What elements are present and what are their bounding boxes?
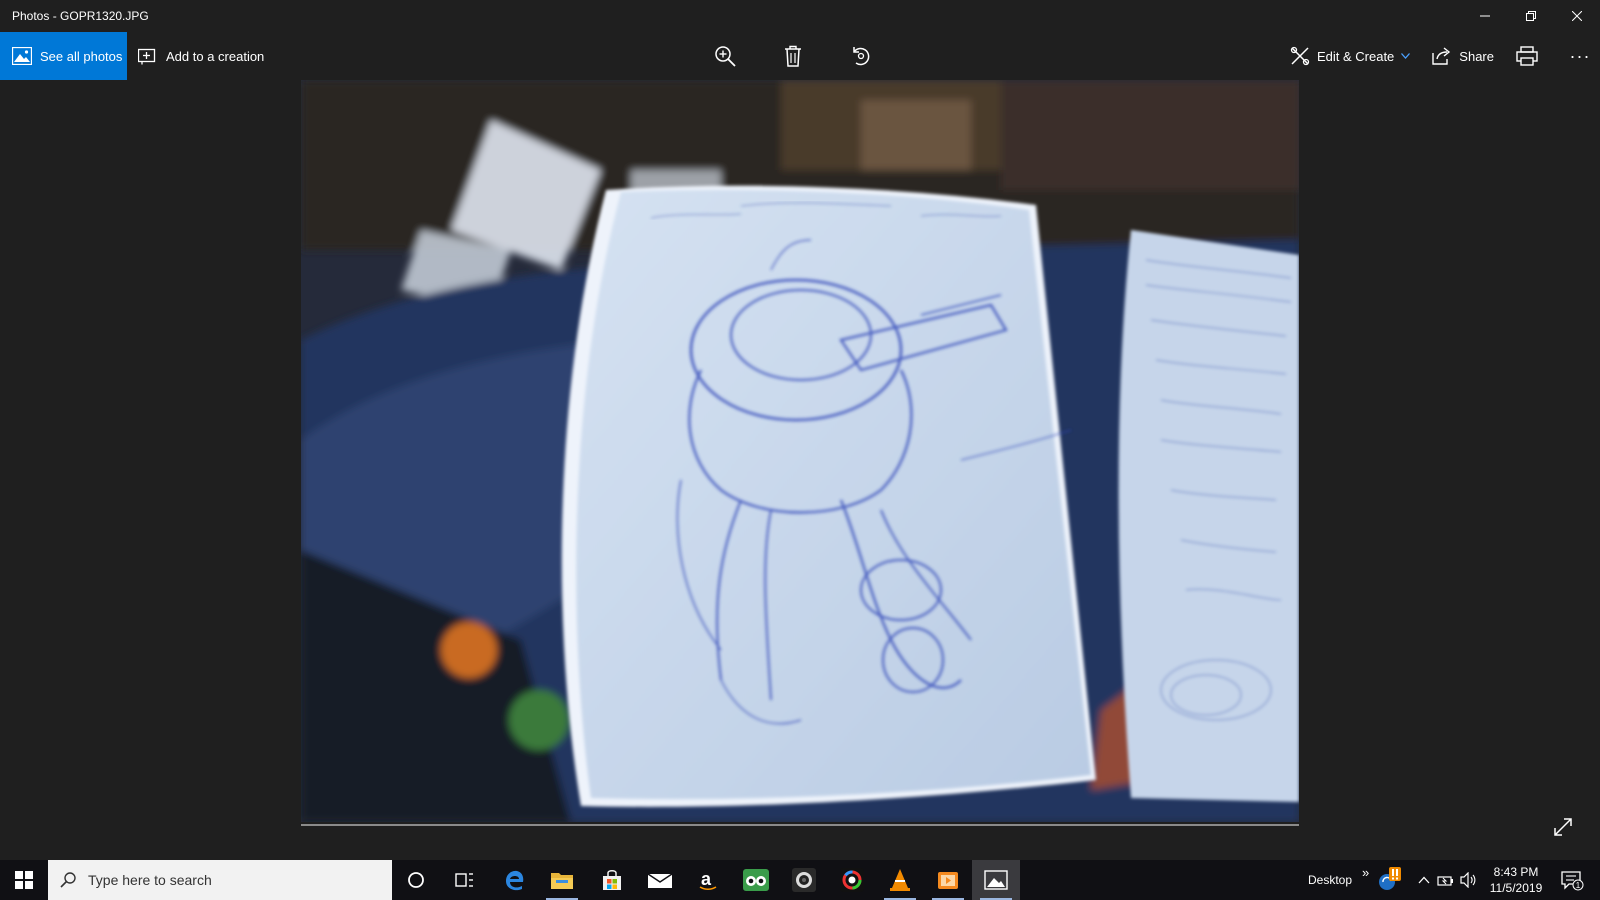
photos-app-icon [984,870,1008,890]
share-label: Share [1459,48,1494,64]
chevron-up-icon [1418,876,1430,884]
add-to-creation-label: Add to a creation [166,48,265,64]
restore-icon [1526,11,1536,21]
trash-icon [785,45,801,67]
color-wheel-icon [840,868,864,892]
cortana-button[interactable] [392,860,440,900]
taskbar-edge[interactable] [490,860,538,900]
edit-create-icon [1290,46,1310,66]
taskbar-clock[interactable]: 8:43 PM 11/5/2019 [1480,864,1552,896]
edit-create-label: Edit & Create [1316,48,1395,64]
zoom-in-icon [715,46,736,67]
print-button[interactable] [1516,46,1538,66]
svg-text:a: a [701,869,712,889]
minimize-button[interactable] [1462,0,1508,32]
taskbar-mail[interactable] [636,860,684,900]
photo-viewer[interactable] [301,80,1299,822]
taskbar-color-app[interactable] [828,860,876,900]
task-view-icon [455,873,473,887]
taskbar-video-app[interactable] [924,860,972,900]
show-hidden-icons-button[interactable] [1412,860,1436,900]
taskbar-file-explorer[interactable] [538,860,586,900]
window-controls [1462,0,1600,32]
battery-status[interactable] [1434,860,1458,900]
share-button[interactable]: Share [1432,47,1494,65]
taskbar-photos[interactable] [972,860,1020,900]
battery-plug-icon [1437,876,1453,886]
chevron-down-icon [1401,53,1411,59]
delete-button[interactable] [780,43,806,69]
see-all-photos-button[interactable]: See all photos [0,32,127,80]
search-placeholder: Type here to search [88,872,212,888]
restore-button[interactable] [1508,0,1554,32]
tripadvisor-owl-icon [743,869,769,891]
sync-alert-icon [1379,867,1401,890]
window-title: Photos - GOPR1320.JPG [12,9,149,23]
volume-button[interactable] [1456,860,1480,900]
notification-count: 1 [1576,881,1581,890]
vlc-cone-icon [890,869,910,891]
mail-envelope-icon [648,873,672,888]
tray-app-badge[interactable] [1374,860,1406,900]
photo-image [301,80,1299,822]
desktop-toolbar-label[interactable]: Desktop [1308,860,1352,900]
store-bag-icon [603,870,621,890]
speaker-icon [1460,872,1476,888]
close-button[interactable] [1554,0,1600,32]
amazon-icon: a [699,869,717,891]
folder-icon [551,873,573,889]
taskbar-vlc[interactable] [876,860,924,900]
edit-create-button[interactable]: Edit & Create [1290,46,1411,66]
camera-lens-icon [792,868,816,892]
close-icon [1572,11,1582,21]
toolbar-chevron[interactable]: » [1362,852,1369,892]
add-to-creation-icon [138,48,156,65]
edge-browser-icon [506,870,524,891]
taskbar-camera-app[interactable] [780,860,828,900]
start-button[interactable] [0,860,48,900]
title-bar: Photos - GOPR1320.JPG [0,0,1600,32]
rotate-button[interactable] [848,43,874,69]
photo-icon [12,47,32,65]
clock-date: 11/5/2019 [1489,881,1543,895]
more-options-button[interactable]: ··· [1560,32,1600,80]
center-tools [712,32,874,80]
taskbar-search-box[interactable]: Type here to search [48,860,392,900]
photo-scrub-line [301,824,1299,826]
rotate-icon [853,47,870,66]
windows-logo-icon [15,871,33,889]
taskbar: Type here to search a Desktop » 8:43 PM … [0,860,1600,900]
task-view-button[interactable] [440,860,488,900]
zoom-button[interactable] [712,43,738,69]
see-all-photos-label: See all photos [40,48,123,64]
taskbar-store[interactable] [588,860,636,900]
search-icon [60,872,76,888]
minimize-icon [1480,15,1490,17]
printer-icon [1516,46,1538,66]
notification-icon: 1 [1561,871,1584,891]
right-tools: Edit & Create Share ··· [1290,32,1600,80]
clock-time: 8:43 PM [1493,865,1539,879]
share-icon [1432,47,1451,65]
taskbar-tripadvisor[interactable] [732,860,780,900]
video-player-icon [938,872,958,889]
cortana-circle-icon [408,872,424,888]
expand-icon [1554,818,1572,836]
taskbar-amazon[interactable]: a [684,860,732,900]
action-center-button[interactable]: 1 [1552,860,1592,900]
app-toolbar: See all photos Add to a creation Edit & … [0,32,1600,80]
full-screen-button[interactable] [1552,816,1574,838]
add-to-creation-button[interactable]: Add to a creation [138,32,264,80]
